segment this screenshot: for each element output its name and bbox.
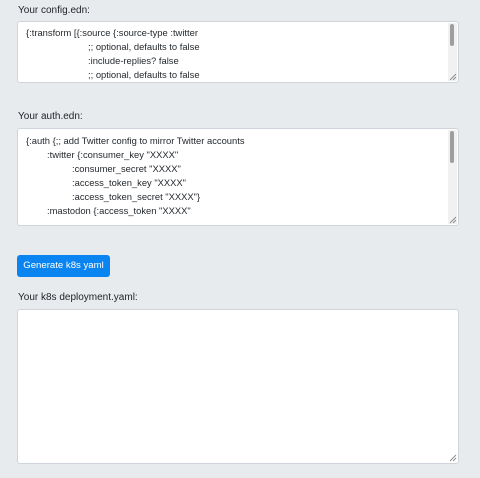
resize-grip-icon[interactable] [449,454,457,462]
config-edn-line-3: :include-replies? false [88,55,179,66]
auth-edn-textarea[interactable]: {:auth {;; add Twitter config to mirror … [17,128,459,226]
auth-edn-line-1: {:auth {;; add Twitter config to mirror … [26,135,245,146]
k8s-deployment-yaml-label: Your k8s deployment.yaml: [18,292,138,303]
config-edn-scroll-thumb[interactable] [450,24,454,46]
config-edn-line-4: ;; optional, defaults to false [88,69,200,80]
resize-grip-icon[interactable] [449,216,457,224]
config-edn-label: Your config.edn: [18,5,90,16]
config-edn-line-2: ;; optional, defaults to false [88,41,200,52]
auth-edn-line-6: :mastodon {:access_token "XXXX" [47,205,191,216]
resize-grip-icon[interactable] [449,73,457,81]
auth-edn-line-4: :access_token_key "XXXX" [72,177,187,188]
auth-edn-line-5: :access_token_secret "XXXX"} [72,191,201,202]
auth-edn-scroll-thumb[interactable] [450,131,454,163]
config-edn-textarea[interactable]: {:transform [{:source {:source-type :twi… [17,21,459,83]
auth-edn-line-2: :twitter {:consumer_key "XXXX" [47,149,179,160]
k8s-deployment-yaml-textarea[interactable] [17,309,459,464]
generate-k8s-yaml-button[interactable]: Generate k8s yaml [17,255,110,277]
auth-edn-label: Your auth.edn: [18,111,83,122]
config-edn-line-1: {:transform [{:source {:source-type :twi… [26,27,198,38]
auth-edn-line-3: :consumer_secret "XXXX" [72,163,181,174]
auth-edn-scrollbar[interactable] [448,130,457,224]
